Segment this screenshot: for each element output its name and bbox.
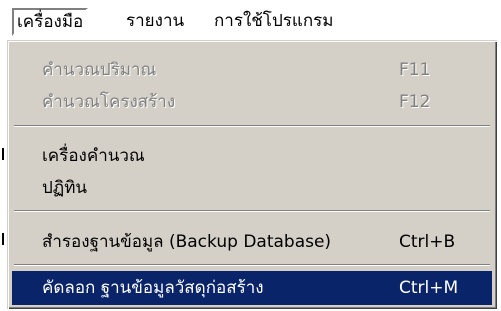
menu-item-label: คัดลอก ฐานข้อมูลวัสดุก่อสร้าง [42, 278, 264, 298]
menu-item-label: ปฏิทิน [42, 178, 88, 198]
menu-item-label: คำนวณปริมาณ [42, 60, 157, 80]
menu-item-calendar[interactable]: ปฏิทิน [12, 171, 492, 205]
menu-item-shortcut: F12 [399, 92, 431, 112]
menu-item-label: คำนวณโครงสร้าง [42, 92, 176, 112]
menu-item-shortcut: Ctrl+M [399, 278, 459, 298]
menu-item-calculate-quantity: คำนวณปริมาณ F11 [12, 53, 492, 87]
menu-reports[interactable]: รายงาน [126, 9, 184, 33]
tools-dropdown-menu: คำนวณปริมาณ F11 คำนวณโครงสร้าง F12 เครื่… [7, 40, 497, 309]
menu-item-shortcut: F11 [399, 60, 431, 80]
menu-item-calculate-structure: คำนวณโครงสร้าง F12 [12, 85, 492, 119]
menu-separator [14, 210, 490, 212]
menu-item-copy-materials-database[interactable]: คัดลอก ฐานข้อมูลวัสดุก่อสร้าง Ctrl+M [12, 271, 492, 305]
menu-item-label: สำรองฐานข้อมูล (Backup Database) [42, 232, 332, 252]
menu-tools[interactable]: เครื่องมือ [12, 8, 89, 36]
menu-program-usage[interactable]: การใช้โปรแกรม [214, 9, 333, 33]
underlying-window-edge [0, 40, 7, 311]
menu-item-calculator[interactable]: เครื่องคำนวณ [12, 139, 492, 173]
menu-separator [14, 264, 490, 266]
menubar: เครื่องมือ รายงาน การใช้โปรแกรม [0, 0, 501, 42]
menu-separator [14, 125, 490, 127]
menu-item-shortcut: Ctrl+B [399, 232, 456, 252]
edge-mark [2, 148, 4, 160]
menu-item-backup-database[interactable]: สำรองฐานข้อมูล (Backup Database) Ctrl+B [12, 225, 492, 259]
edge-mark [2, 233, 4, 245]
menu-item-label: เครื่องคำนวณ [42, 146, 145, 166]
